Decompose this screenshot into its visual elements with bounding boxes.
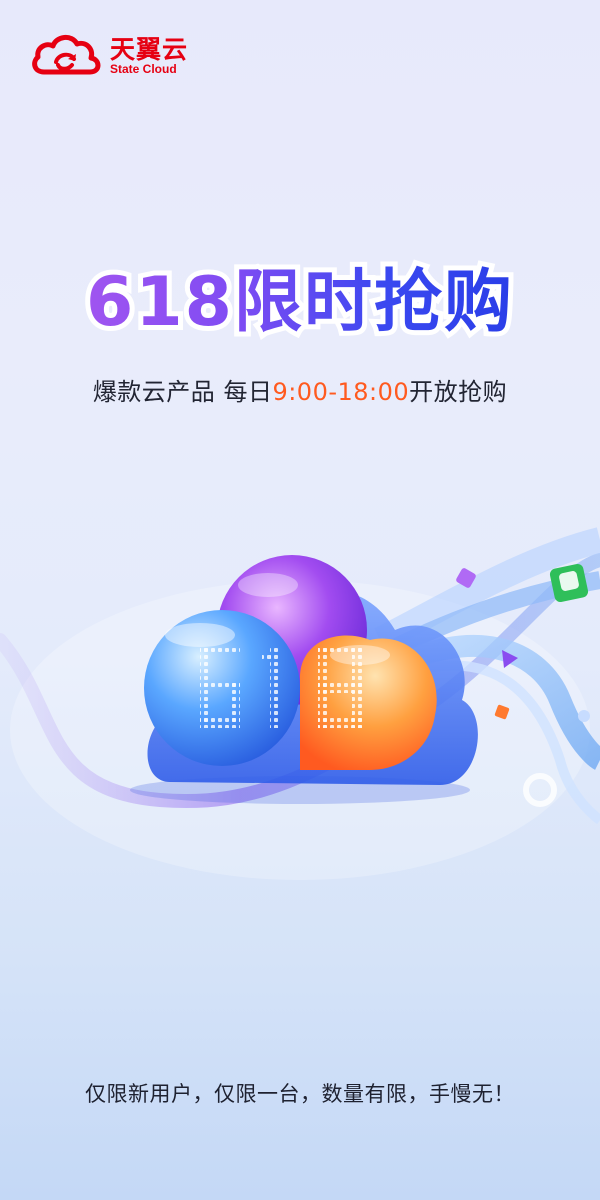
subtitle-suffix: 开放抢购 bbox=[409, 378, 508, 406]
footer-note: 仅限新用户，仅限一台，数量有限，手慢无！ bbox=[85, 1082, 515, 1106]
promo-poster: 天翼云 State Cloud 618限时抢购 618限时抢购 爆款云产品 每日… bbox=[0, 0, 600, 1200]
brand-logo[interactable]: 天翼云 State Cloud bbox=[30, 28, 200, 80]
brand-name-en: State Cloud bbox=[110, 62, 177, 76]
brand-name-cn: 天翼云 bbox=[110, 35, 189, 64]
cloud-logo-icon bbox=[32, 35, 101, 75]
page-title: 618限时抢购 bbox=[0, 258, 600, 348]
decor-cube-green bbox=[549, 563, 589, 603]
subtitle-prefix: 爆款云产品 每日 bbox=[92, 378, 273, 406]
headline-text: 618限时抢购 bbox=[86, 263, 514, 342]
cloud-618-icon bbox=[0, 527, 600, 880]
subtitle: 爆款云产品 每日9:00-18:00开放抢购 bbox=[0, 372, 600, 407]
sale-hours: 9:00-18:00 bbox=[272, 378, 410, 406]
